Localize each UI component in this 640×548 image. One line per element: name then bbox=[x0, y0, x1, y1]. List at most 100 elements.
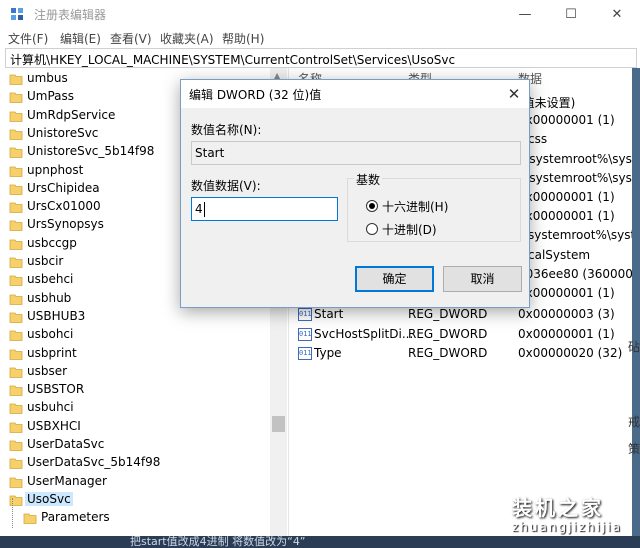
tree-item-label: usbccgp bbox=[27, 235, 77, 250]
tree-item[interactable]: UsoSvc bbox=[5, 491, 288, 509]
menu-bar: 文件(F) 编辑(E) 查看(V) 收藏夹(A) 帮助(H) bbox=[0, 28, 640, 48]
value-type-cell: REG_DWORD bbox=[408, 307, 488, 321]
value-name-label: 数值名称(N): bbox=[191, 123, 262, 137]
tree-item-label: usbehci bbox=[27, 272, 74, 287]
scroll-thumb[interactable] bbox=[272, 416, 285, 432]
tree-item-label: UmRdpService bbox=[27, 107, 116, 122]
background-char: 砧 bbox=[627, 340, 640, 354]
tree-item-label: UserDataSvc_5b14f98 bbox=[27, 455, 161, 470]
value-data-text: 4 bbox=[195, 202, 203, 216]
tree-item-label: UrsChipidea bbox=[27, 180, 100, 195]
folder-icon bbox=[9, 237, 23, 251]
folder-icon bbox=[9, 475, 23, 489]
tree-item-label: UnistoreSvc_5b14f98 bbox=[27, 144, 155, 159]
tree-item[interactable]: usbuhci bbox=[5, 399, 288, 417]
base-group: 基数 十六进制(H) 十进制(D) bbox=[347, 171, 521, 242]
dialog-title: 编辑 DWORD (32 位)值 bbox=[189, 88, 322, 102]
radio-hex-label[interactable]: 十六进制(H) bbox=[382, 198, 448, 215]
tree-item-label: UrsSynopsys bbox=[27, 217, 104, 232]
value-data-cell: 0x00000001 (1) bbox=[518, 113, 615, 128]
tree-item-label: Parameters bbox=[41, 510, 110, 525]
value-data-input[interactable]: 4 bbox=[191, 197, 338, 221]
folder-icon bbox=[9, 164, 23, 178]
value-name-field: Start bbox=[191, 141, 521, 165]
tree-connector bbox=[12, 498, 13, 528]
background-char: 策 bbox=[627, 442, 640, 456]
site-watermark: 装机之家 zhuangjizhijia bbox=[466, 490, 640, 540]
text-caret bbox=[204, 202, 205, 217]
tree-item[interactable]: usbohci bbox=[5, 326, 288, 344]
title-bar: 注册表编辑器 — ☐ ✕ bbox=[0, 0, 640, 28]
folder-icon bbox=[9, 383, 23, 397]
tree-item[interactable]: USBXHCI bbox=[5, 418, 288, 436]
value-row[interactable]: 011 SvcHostSplitDi... REG_DWORD 0x00000001 … bbox=[292, 325, 632, 344]
tree-item-label: UserDataSvc bbox=[27, 437, 105, 451]
dword-value-icon: 011 bbox=[298, 347, 312, 360]
edit-dword-dialog: 编辑 DWORD (32 位)值 ✕ 数值名称(N): Start 数值数据(V… bbox=[180, 79, 530, 308]
watermark-url: zhuangjizhijia bbox=[512, 520, 623, 534]
folder-icon bbox=[9, 127, 23, 141]
menu-view[interactable]: 查看(V) bbox=[110, 30, 152, 47]
ok-button[interactable]: 确定 bbox=[355, 266, 434, 292]
base-group-title: 基数 bbox=[354, 171, 383, 188]
tree-item[interactable]: UserManager bbox=[5, 473, 288, 491]
folder-icon bbox=[9, 420, 23, 434]
folder-icon bbox=[9, 145, 23, 159]
cancel-button[interactable]: 取消 bbox=[443, 266, 522, 292]
watermark-title: 装机之家 bbox=[512, 496, 604, 520]
value-data-cell: 0x00000001 (1) bbox=[518, 326, 615, 341]
tree-item[interactable]: UserDataSvc_5b14f98 bbox=[5, 454, 288, 472]
address-path: 计算机\HKEY_LOCAL_MACHINE\SYSTEM\CurrentCon… bbox=[10, 53, 456, 67]
value-data-cell: 0036ee80 (3600000 bbox=[518, 266, 632, 281]
window-title: 注册表编辑器 bbox=[34, 8, 107, 22]
value-data-cell: %systemroot%\sys bbox=[518, 151, 632, 166]
tree-item-label: usbser bbox=[27, 363, 68, 378]
maximize-button[interactable]: ☐ bbox=[548, 0, 594, 28]
tree-item-label: UsoSvc bbox=[25, 491, 73, 506]
folder-icon bbox=[9, 292, 23, 306]
menu-help[interactable]: 帮助(H) bbox=[222, 30, 264, 47]
folder-icon bbox=[9, 273, 23, 287]
folder-icon bbox=[23, 511, 37, 525]
address-bar[interactable]: 计算机\HKEY_LOCAL_MACHINE\SYSTEM\CurrentCon… bbox=[5, 48, 637, 68]
tree-item-label: umbus bbox=[27, 71, 68, 85]
tree-item[interactable]: USBHUB3 bbox=[5, 308, 288, 326]
tree-item[interactable]: usbser bbox=[5, 363, 288, 381]
menu-favorites[interactable]: 收藏夹(A) bbox=[160, 30, 214, 47]
menu-edit[interactable]: 编辑(E) bbox=[60, 30, 101, 47]
value-data-cell: 0x00000001 (1) bbox=[518, 286, 615, 300]
background-char: 戒 bbox=[627, 415, 640, 429]
desktop-background-strip: 砧 戒 策 bbox=[628, 68, 640, 548]
value-row[interactable]: 011 Type REG_DWORD 0x00000020 (32) bbox=[292, 344, 632, 363]
radio-hex[interactable] bbox=[366, 200, 378, 212]
background-caption: 把start值改成4进制 将数值改为“4” bbox=[130, 535, 306, 548]
folder-icon bbox=[9, 255, 23, 269]
close-button[interactable]: ✕ bbox=[594, 0, 640, 28]
menu-file[interactable]: 文件(F) bbox=[8, 30, 48, 47]
value-data-cell: calSystem bbox=[528, 247, 591, 262]
folder-icon bbox=[9, 218, 23, 232]
radio-dec[interactable] bbox=[366, 223, 378, 235]
folder-icon bbox=[9, 347, 23, 361]
tree-item-label: usbuhci bbox=[27, 400, 74, 415]
value-name-cell: Type bbox=[314, 346, 342, 360]
dialog-close-button[interactable]: ✕ bbox=[501, 83, 527, 105]
tree-item[interactable]: USBSTOR bbox=[5, 381, 288, 399]
tree-item-label: usbhub bbox=[27, 290, 72, 305]
tree-item[interactable]: usbprint bbox=[5, 345, 288, 363]
tree-item-label: UserManager bbox=[27, 473, 107, 488]
radio-dec-label[interactable]: 十进制(D) bbox=[382, 221, 437, 238]
folder-icon bbox=[9, 72, 23, 86]
dialog-title-bar: 编辑 DWORD (32 位)值 ✕ bbox=[181, 80, 529, 108]
tree-item[interactable]: UserDataSvc bbox=[5, 436, 288, 454]
tree-item-label: UmPass bbox=[27, 89, 75, 104]
value-data-cell: 0x00000001 (1) bbox=[518, 209, 615, 224]
value-data-cell: 0x00000020 (32) bbox=[518, 346, 623, 360]
value-data-cell: systemroot%\syster bbox=[528, 228, 632, 243]
folder-icon bbox=[9, 438, 23, 452]
value-name-cell: Start bbox=[314, 307, 344, 321]
regedit-app-icon bbox=[11, 8, 23, 20]
dword-value-icon: 011 bbox=[298, 327, 312, 341]
minimize-button[interactable]: — bbox=[502, 0, 548, 28]
tree-item-child[interactable]: Parameters bbox=[5, 509, 288, 527]
